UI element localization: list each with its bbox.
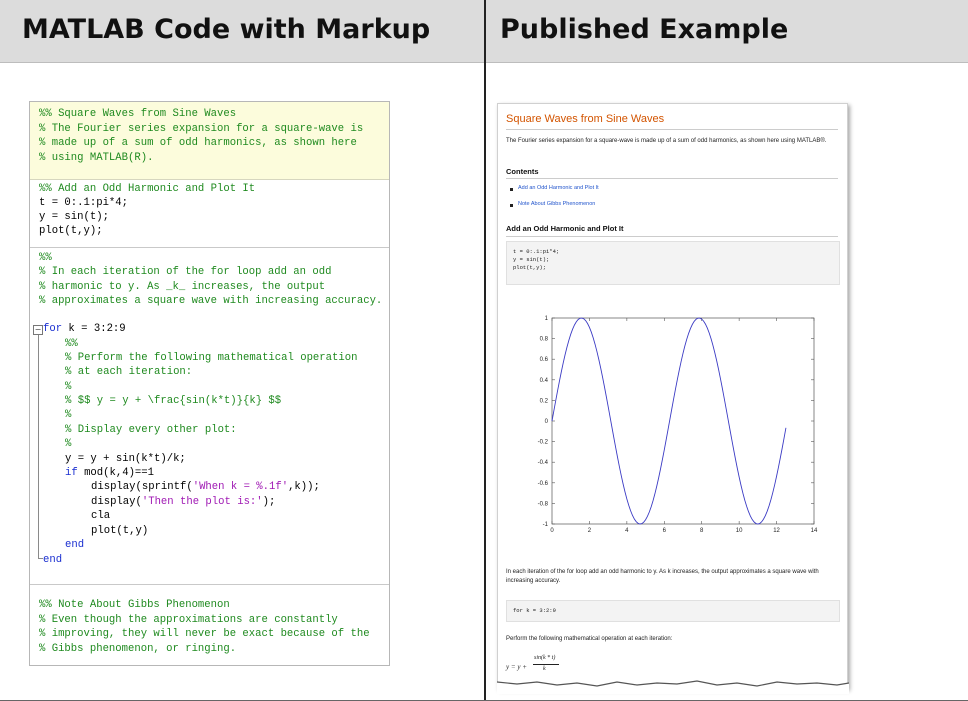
section-heading: Add an Odd Harmonic and Plot It: [506, 224, 624, 233]
code-line[interactable]: %: [65, 438, 71, 451]
code-line[interactable]: %% Square Waves from Sine Waves: [39, 108, 236, 121]
loop-paragraph: In each iteration of the for loop add an…: [506, 569, 819, 584]
keyword: for: [43, 323, 63, 335]
string-literal: 'When k = %.1f': [192, 481, 289, 493]
code-line[interactable]: cla: [91, 510, 110, 523]
code-line[interactable]: % Perform the following mathematical ope…: [65, 352, 357, 365]
x-tick-label: 8: [700, 528, 704, 534]
x-tick-label: 0: [550, 528, 554, 534]
code-line[interactable]: %%: [39, 252, 52, 265]
code-line[interactable]: % at each iteration:: [65, 366, 192, 379]
equation-numerator: sin(k * t): [534, 655, 556, 661]
x-tick-label: 6: [663, 528, 667, 534]
code-line[interactable]: end: [43, 554, 62, 567]
code-text: k = 3:2:9: [62, 323, 126, 335]
code-line[interactable]: plot(t,y): [91, 525, 148, 538]
x-tick-label: 12: [773, 528, 780, 534]
code-block-line: plot(t,y);: [513, 264, 547, 271]
bullet-icon: [510, 188, 513, 191]
code-line[interactable]: % The Fourier series expansion for a squ…: [39, 123, 363, 136]
code-line[interactable]: plot(t,y);: [39, 225, 103, 238]
y-tick-label: -0.6: [538, 481, 549, 487]
published-document: Square Waves from Sine Waves The Fourier…: [497, 103, 848, 689]
contents-link[interactable]: Add an Odd Harmonic and Plot It: [518, 185, 599, 191]
y-tick-label: 0.8: [540, 337, 549, 343]
code-line[interactable]: display(sprintf('When k = %.1f',k));: [91, 481, 320, 494]
cell-divider: [30, 247, 389, 248]
x-tick-label: 10: [736, 528, 743, 534]
operation-paragraph: Perform the following mathematical opera…: [506, 636, 673, 642]
code-line[interactable]: %% Note About Gibbs Phenomenon: [39, 599, 230, 612]
code-line[interactable]: if mod(k,4)==1: [65, 467, 154, 480]
string-literal: 'Then the plot is:': [141, 496, 263, 508]
contents-rule: [506, 178, 838, 179]
plot-axes-box: [551, 317, 815, 525]
left-column-title: MATLAB Code with Markup: [22, 14, 431, 45]
right-column-title: Published Example: [500, 14, 789, 45]
code-line[interactable]: %: [65, 409, 71, 422]
y-tick-label: -1: [543, 522, 549, 528]
code-line[interactable]: % Even though the approximations are con…: [39, 614, 338, 627]
code-line[interactable]: % Gibbs phenomenon, or ringing.: [39, 643, 236, 656]
y-tick-label: -0.2: [538, 440, 549, 446]
code-text: ,k));: [288, 481, 320, 493]
code-line[interactable]: end: [65, 539, 84, 552]
code-block-line: for k = 3:2:9: [513, 607, 556, 614]
code-line[interactable]: % Display every other plot:: [65, 424, 237, 437]
code-line[interactable]: % $$ y = y + \frac{sin(k*t)}{k} $$: [65, 395, 281, 408]
equation-lhs: y = y +: [506, 663, 527, 671]
y-tick-label: 0.4: [540, 378, 549, 384]
code-line[interactable]: y = sin(t);: [39, 211, 109, 224]
cell-divider: [30, 584, 389, 585]
x-tick-label: 2: [588, 528, 592, 534]
torn-edge: [497, 680, 849, 694]
keyword: if: [65, 467, 78, 479]
contents-link[interactable]: Note About Gibbs Phenomenon: [518, 201, 595, 207]
code-line[interactable]: % made up of a sum of odd harmonics, as …: [39, 137, 357, 150]
matlab-editor[interactable]: − %% Square Waves from Sine Waves % The …: [29, 101, 390, 666]
code-line[interactable]: % using MATLAB(R).: [39, 152, 153, 165]
fold-guide: [38, 335, 39, 558]
contents-heading: Contents: [506, 167, 539, 176]
y-tick-label: -0.4: [538, 460, 549, 466]
y-tick-label: -0.8: [538, 501, 549, 507]
y-tick-label: 1: [545, 316, 549, 322]
code-line[interactable]: % In each iteration of the for loop add …: [39, 266, 331, 279]
published-title: Square Waves from Sine Waves: [506, 113, 665, 125]
y-tick-label: 0: [545, 419, 549, 425]
code-text: );: [262, 496, 276, 508]
equation-bar: [533, 664, 559, 665]
code-text: mod(k,4)==1: [77, 467, 155, 479]
code-line[interactable]: for k = 3:2:9: [43, 323, 126, 336]
bullet-icon: [510, 204, 513, 207]
code-line[interactable]: display('Then the plot is:');: [91, 496, 275, 509]
section-rule: [506, 236, 838, 237]
code-line[interactable]: %: [65, 381, 71, 394]
code-block: t = 0:.1:pi*4; y = sin(t); plot(t,y);: [506, 241, 840, 285]
title-rule: [506, 129, 838, 130]
code-line[interactable]: %%: [65, 338, 78, 351]
code-block-line: t = 0:.1:pi*4;: [513, 248, 560, 255]
code-block: for k = 3:2:9: [506, 600, 840, 622]
code-block-line: y = sin(t);: [513, 256, 550, 263]
code-line[interactable]: % approximates a square wave with increa…: [39, 295, 382, 308]
code-text: display(: [91, 496, 142, 508]
code-text: display(sprintf(: [91, 481, 193, 493]
code-line[interactable]: % improving, they will never be exact be…: [39, 628, 370, 641]
intro-paragraph: The Fourier series expansion for a squar…: [506, 138, 827, 144]
code-line[interactable]: y = y + sin(k*t)/k;: [65, 453, 186, 466]
x-tick-label: 14: [811, 528, 818, 534]
code-line[interactable]: % harmonic to y. As _k_ increases, the o…: [39, 281, 325, 294]
y-tick-label: 0.2: [540, 398, 549, 404]
x-tick-label: 4: [625, 528, 629, 534]
column-divider: [484, 0, 486, 701]
sine-plot: 0 2 4 6 8 10 12 14 1 0.8 0.6 0.4 0.2 0 -0.2 -0.4 -0.6 -0.…: [538, 316, 818, 534]
y-tick-label: 0.6: [540, 357, 549, 363]
code-line[interactable]: t = 0:.1:pi*4;: [39, 197, 128, 210]
fold-toggle-icon[interactable]: −: [33, 325, 43, 335]
equation-denominator: k: [543, 666, 546, 672]
code-line[interactable]: %% Add an Odd Harmonic and Plot It: [39, 183, 255, 196]
